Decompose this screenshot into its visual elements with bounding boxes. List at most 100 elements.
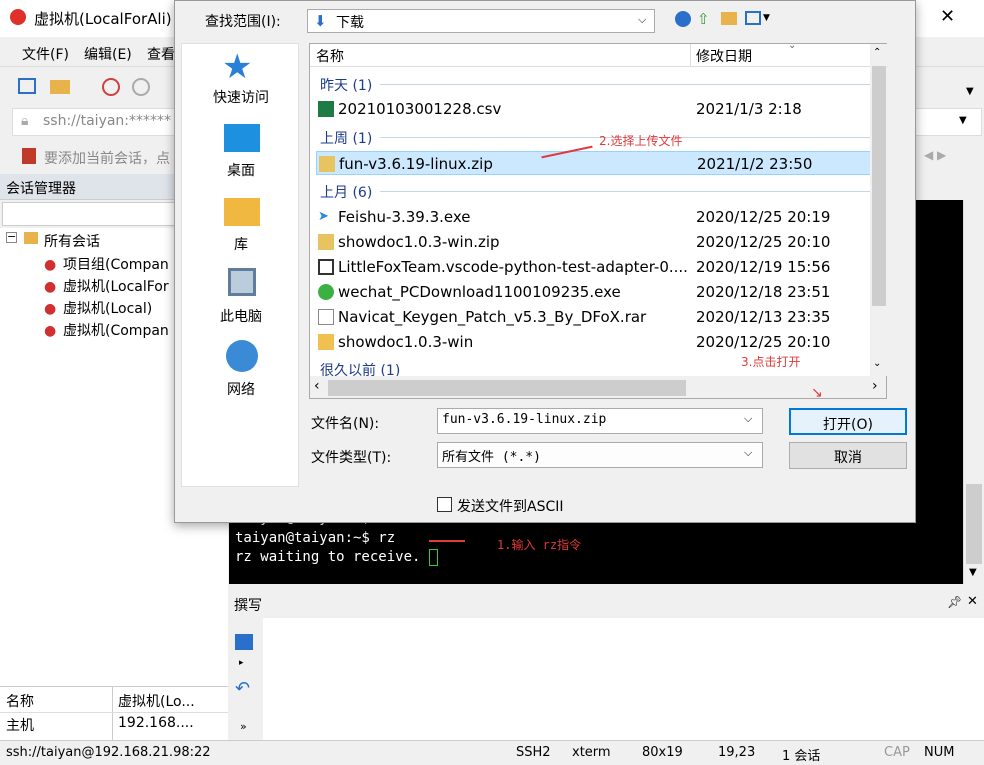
terminal-scrollbar[interactable]: ▼: [963, 200, 984, 584]
menu-view[interactable]: 查看: [147, 44, 175, 64]
zip-file-icon: [318, 234, 334, 250]
file-row[interactable]: 20210103001228.csv 2021/1/3 2:18: [310, 97, 888, 121]
menu-edit[interactable]: 编辑(E): [84, 44, 132, 64]
filetype-value: 所有文件 (*.*): [442, 450, 541, 465]
scroll-down-icon[interactable]: ▼: [969, 567, 977, 578]
session-item[interactable]: 虚拟机(Compan: [63, 320, 169, 340]
properties-panel: 名称 虚拟机(Lo... 主机 192.168....: [0, 686, 228, 741]
file-row[interactable]: Navicat_Keygen_Patch_v5.3_By_DFoX.rar 20…: [310, 305, 888, 329]
lock-icon: 🔒︎: [21, 113, 29, 129]
app-logo-icon: [10, 9, 26, 25]
file-row[interactable]: ➤ Feishu-3.39.3.exe 2020/12/25 20:19: [310, 205, 888, 229]
pin-icon[interactable]: 📌︎: [947, 595, 962, 609]
library-icon[interactable]: [224, 198, 260, 226]
group-header[interactable]: 上月 (6): [320, 182, 372, 202]
filename-value: fun-v3.6.19-linux.zip: [442, 412, 607, 427]
address-text: ssh://taiyan:******: [43, 113, 172, 129]
open-folder-icon[interactable]: [50, 80, 70, 94]
hscroll-thumb[interactable]: [328, 380, 686, 396]
file-row[interactable]: LittleFoxTeam.vscode-python-test-adapter…: [310, 255, 888, 279]
status-bar: ssh://taiyan@192.168.21.98:22 SSH2 xterm…: [0, 740, 984, 765]
column-name[interactable]: 名称: [316, 46, 344, 66]
ascii-checkbox-label[interactable]: 发送文件到ASCII: [457, 496, 564, 516]
chevron-down-icon[interactable]: ⌵: [638, 13, 646, 27]
connect-icon[interactable]: [102, 78, 120, 96]
collapse-icon[interactable]: −: [6, 231, 17, 243]
session-item[interactable]: 项目组(Compan: [63, 254, 169, 274]
tree-root[interactable]: 所有会话: [44, 231, 100, 251]
lookin-select[interactable]: ⬇ 下载 ⌵: [307, 9, 655, 33]
file-row-selected[interactable]: fun-v3.6.19-linux.zip 2021/1/2 23:50: [316, 151, 882, 175]
chevron-down-icon[interactable]: ⌵: [744, 446, 752, 460]
file-row[interactable]: showdoc1.0.3-win.zip 2020/12/25 20:10: [310, 230, 888, 254]
place-library[interactable]: 库: [182, 234, 300, 254]
scroll-down-icon[interactable]: ⌄: [873, 358, 881, 369]
ascii-checkbox[interactable]: [437, 497, 452, 512]
file-date: 2020/12/13 23:35: [696, 308, 831, 326]
chevron-down-icon[interactable]: ▼: [966, 86, 974, 97]
back-icon[interactable]: [675, 11, 691, 27]
filename-input[interactable]: fun-v3.6.19-linux.zip ⌵: [437, 408, 763, 434]
download-icon: ⬇: [314, 12, 327, 30]
address-dropdown-icon[interactable]: ▼: [959, 115, 967, 126]
place-quick-access[interactable]: 快速访问: [182, 87, 300, 107]
menu-file[interactable]: 文件(F): [22, 44, 69, 64]
chevron-down-icon[interactable]: ⌵: [744, 412, 752, 426]
close-icon[interactable]: ✕: [940, 6, 955, 27]
file-row[interactable]: wechat_PCDownload1100109235.exe 2020/12/…: [310, 280, 888, 304]
new-folder-icon[interactable]: [721, 12, 737, 25]
excel-file-icon: [318, 101, 334, 117]
session-item[interactable]: 虚拟机(LocalFor: [63, 276, 169, 296]
scroll-arrows-icon[interactable]: ◀ ▶: [924, 148, 946, 162]
desktop-icon[interactable]: [224, 124, 260, 152]
group-line: [380, 84, 886, 85]
session-item[interactable]: 虚拟机(Local): [63, 298, 152, 318]
place-desktop[interactable]: 桌面: [182, 160, 300, 180]
open-button[interactable]: 打开(O): [789, 408, 907, 435]
scroll-right-icon[interactable]: ›: [872, 378, 878, 394]
view-dropdown-icon[interactable]: ▼: [763, 13, 770, 23]
disconnect-icon[interactable]: [132, 78, 150, 96]
folder-icon: [318, 334, 334, 350]
file-name: fun-v3.6.19-linux.zip: [339, 155, 493, 173]
column-date[interactable]: 修改日期: [696, 46, 752, 66]
chevron-icon[interactable]: ▸: [239, 658, 244, 668]
zip-file-icon: [319, 156, 335, 172]
close-panel-icon[interactable]: ✕: [967, 594, 978, 609]
undo-icon[interactable]: ↶: [235, 678, 250, 699]
status-sessions: 1 会话: [782, 749, 821, 764]
filetype-select[interactable]: 所有文件 (*.*) ⌵: [437, 442, 763, 468]
sort-chevron-icon: ⌄: [788, 40, 797, 51]
place-network[interactable]: 网络: [182, 379, 300, 399]
filetype-label: 文件类型(T):: [311, 450, 392, 466]
compose-title: 撰写: [234, 598, 262, 614]
file-name: Navicat_Keygen_Patch_v5.3_By_DFoX.rar: [338, 308, 647, 326]
view-menu-icon[interactable]: [745, 11, 761, 25]
place-this-pc[interactable]: 此电脑: [182, 306, 300, 326]
vscroll-thumb[interactable]: [872, 66, 886, 306]
column-divider[interactable]: [690, 44, 691, 66]
this-pc-icon[interactable]: [228, 268, 256, 296]
scroll-left-icon[interactable]: ‹: [314, 378, 320, 394]
prop-value: 虚拟机(Lo...: [118, 694, 195, 710]
favorites-hint: 要添加当前会话，点: [44, 151, 170, 167]
scroll-up-icon[interactable]: ⌃: [873, 47, 881, 58]
prop-divider: [112, 687, 113, 741]
terminal-icon[interactable]: [235, 634, 253, 650]
cancel-button[interactable]: 取消: [789, 442, 907, 469]
new-session-icon[interactable]: [18, 78, 36, 94]
file-row[interactable]: showdoc1.0.3-win 2020/12/25 20:10: [310, 330, 888, 354]
quick-access-icon[interactable]: ★: [222, 50, 252, 84]
file-date: 2020/12/25 20:10: [696, 333, 831, 351]
cancel-button-label: 取消: [834, 450, 862, 466]
up-folder-icon[interactable]: ⇧: [697, 10, 710, 28]
expand-icon[interactable]: »: [240, 720, 247, 733]
scrollbar-thumb[interactable]: [966, 484, 982, 564]
group-header[interactable]: 上周 (1): [320, 128, 372, 148]
group-header[interactable]: 昨天 (1): [320, 75, 372, 95]
arrow-annotation-icon: ↘: [811, 385, 823, 401]
package-file-icon: [318, 259, 334, 275]
compose-input[interactable]: [263, 618, 984, 740]
network-icon[interactable]: [226, 340, 258, 372]
file-name: 20210103001228.csv: [338, 100, 502, 118]
